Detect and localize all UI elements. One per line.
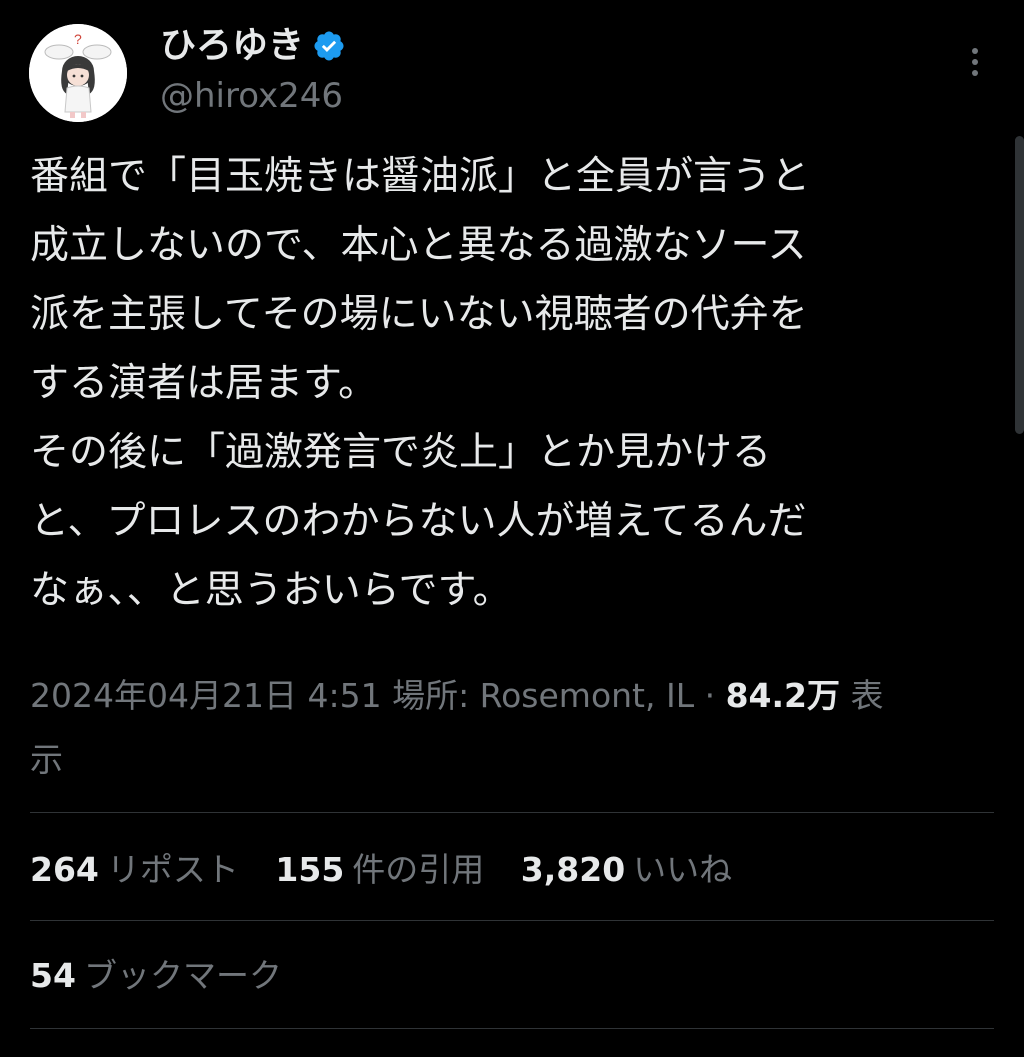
views-label: 表 (850, 676, 884, 715)
quotes-count: 155 (275, 850, 345, 889)
divider (30, 1028, 994, 1029)
tweet-text-line: と、プロレスのわからない人が増えてるんだ (30, 499, 807, 544)
more-dot-icon (972, 59, 978, 65)
meta-row: 2024年04月21日 4:51 場所: Rosemont, IL · 84.2… (30, 664, 980, 728)
more-dot-icon (972, 48, 978, 54)
avatar-illustration-icon: ? (29, 24, 127, 122)
quotes-stat[interactable]: 155 件の引用 (275, 846, 484, 894)
likes-count: 3,820 (520, 850, 626, 889)
scrollbar[interactable] (1015, 136, 1024, 434)
author-handle[interactable]: @hirox246 (160, 74, 343, 118)
divider (30, 920, 994, 921)
tweet-text-line: する演者は居ます。 (30, 361, 378, 406)
bookmarks-label: ブックマーク (83, 956, 282, 995)
bookmarks-count: 54 (30, 956, 76, 995)
tweet-text: 番組で「目玉焼きは醤油派」と全員が言うと 成立しないので、本心と異なる過激なソー… (30, 142, 980, 625)
engagement-stats: 264 リポスト 155 件の引用 3,820 いいね (30, 846, 758, 894)
divider (30, 812, 994, 813)
bookmarks-stat[interactable]: 54 ブックマーク (30, 952, 282, 1000)
more-dot-icon (972, 70, 978, 76)
tweet-text-line: 番組で「目玉焼きは醤油派」と全員が言うと (30, 154, 811, 199)
meta-separator: · (704, 676, 716, 715)
likes-label: いいね (633, 850, 733, 889)
reposts-count: 264 (30, 850, 99, 889)
views-label-continued: 示 (30, 740, 63, 779)
author-name-text: ひろゆき (160, 25, 305, 66)
tweet-text-line: その後に「過激発言で炎上」とか見かける (30, 430, 772, 475)
tweet-meta: 2024年04月21日 4:51 場所: Rosemont, IL · 84.2… (30, 664, 980, 792)
avatar[interactable]: ? (29, 24, 127, 122)
reposts-stat[interactable]: 264 リポスト (30, 846, 239, 894)
meta-row: 示 (30, 728, 980, 792)
tweet-detail: ? ひろゆき @hirox246 番組で「目玉焼きは醤油派」と全員が言うと 成立… (0, 0, 1024, 1057)
more-vertical-icon[interactable] (960, 44, 990, 84)
tweet-text-line: 成立しないので、本心と異なる過激なソース (30, 223, 807, 268)
tweet-text-line: 派を主張してその場にいない視聴者の代弁を (30, 292, 808, 337)
verified-badge-icon[interactable] (312, 29, 346, 63)
quotes-label: 件の引用 (352, 850, 485, 889)
tweet-text-line: なぁ、、と思うおいらです。 (30, 568, 512, 613)
svg-text:?: ? (74, 31, 82, 47)
tweet-location: 場所: Rosemont, IL (392, 676, 695, 715)
likes-stat[interactable]: 3,820 いいね (521, 846, 732, 894)
reposts-label: リポスト (106, 850, 239, 889)
author-display-name[interactable]: ひろゆき (160, 24, 346, 68)
tweet-timestamp[interactable]: 2024年04月21日 4:51 (30, 676, 382, 715)
views-count[interactable]: 84.2万 (726, 676, 840, 715)
